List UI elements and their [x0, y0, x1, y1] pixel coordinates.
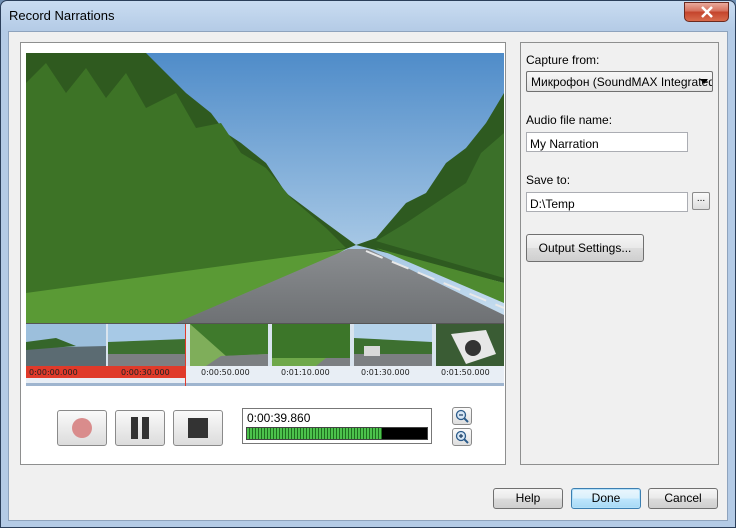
title-bar: Record Narrations [1, 1, 735, 31]
pause-icon [131, 417, 149, 439]
zoom-out-button[interactable] [452, 407, 472, 425]
capture-from-label: Capture from: [526, 53, 600, 67]
save-to-field[interactable] [526, 192, 688, 212]
close-icon [700, 6, 713, 18]
capture-device-value: Микрофон (SoundMAX Integrated [531, 75, 713, 89]
zoom-out-icon [455, 409, 469, 423]
audio-level-bar [246, 427, 428, 440]
stop-button[interactable] [173, 410, 223, 446]
ruler-label: 0:00:30.000 [121, 368, 170, 377]
zoom-in-button[interactable] [452, 428, 472, 446]
video-preview [26, 53, 504, 323]
output-settings-button[interactable]: Output Settings... [526, 234, 644, 262]
dialog-body: 0:00:00.000 0:00:30.000 0:00:50.000 0:01… [8, 31, 728, 521]
cancel-button[interactable]: Cancel [648, 488, 718, 509]
audio-file-name-field[interactable] [526, 132, 688, 152]
close-button[interactable] [684, 2, 729, 22]
ruler-label: 0:00:00.000 [29, 368, 78, 377]
thumbnail-images [26, 324, 504, 366]
recording-time: 0:00:39.860 [247, 411, 311, 425]
ruler-label: 0:01:30.000 [361, 368, 410, 377]
thumbnail-strip [26, 324, 504, 366]
playhead-marker[interactable] [185, 324, 186, 386]
stop-icon [188, 418, 208, 438]
done-button[interactable]: Done [571, 488, 641, 509]
window-title: Record Narrations [9, 8, 115, 23]
audio-file-name-label: Audio file name: [526, 113, 613, 127]
ruler-label: 0:01:10.000 [281, 368, 330, 377]
timeline-ruler: 0:00:00.000 0:00:30.000 0:00:50.000 0:01… [26, 366, 504, 386]
record-icon [72, 418, 92, 438]
zoom-in-icon [455, 430, 469, 444]
ruler-label: 0:01:50.000 [441, 368, 490, 377]
pause-button[interactable] [115, 410, 165, 446]
record-button[interactable] [57, 410, 107, 446]
dropdown-arrow-icon [700, 79, 708, 84]
audio-level-fill [247, 428, 382, 439]
capture-device-select[interactable]: Микрофон (SoundMAX Integrated [526, 71, 713, 92]
browse-button[interactable]: ... [692, 192, 710, 210]
settings-panel: Capture from: Микрофон (SoundMAX Integra… [520, 42, 719, 465]
preview-panel: 0:00:00.000 0:00:30.000 0:00:50.000 0:01… [20, 42, 506, 465]
timeline[interactable]: 0:00:00.000 0:00:30.000 0:00:50.000 0:01… [26, 323, 504, 386]
video-frame-image [26, 53, 504, 323]
save-to-label: Save to: [526, 173, 571, 187]
record-narrations-dialog: Record Narrations 0:00:00.000 0:00:30.00… [0, 0, 736, 528]
ruler-label: 0:00:50.000 [201, 368, 250, 377]
help-button[interactable]: Help [493, 488, 563, 509]
recording-meter: 0:00:39.860 [242, 408, 432, 444]
